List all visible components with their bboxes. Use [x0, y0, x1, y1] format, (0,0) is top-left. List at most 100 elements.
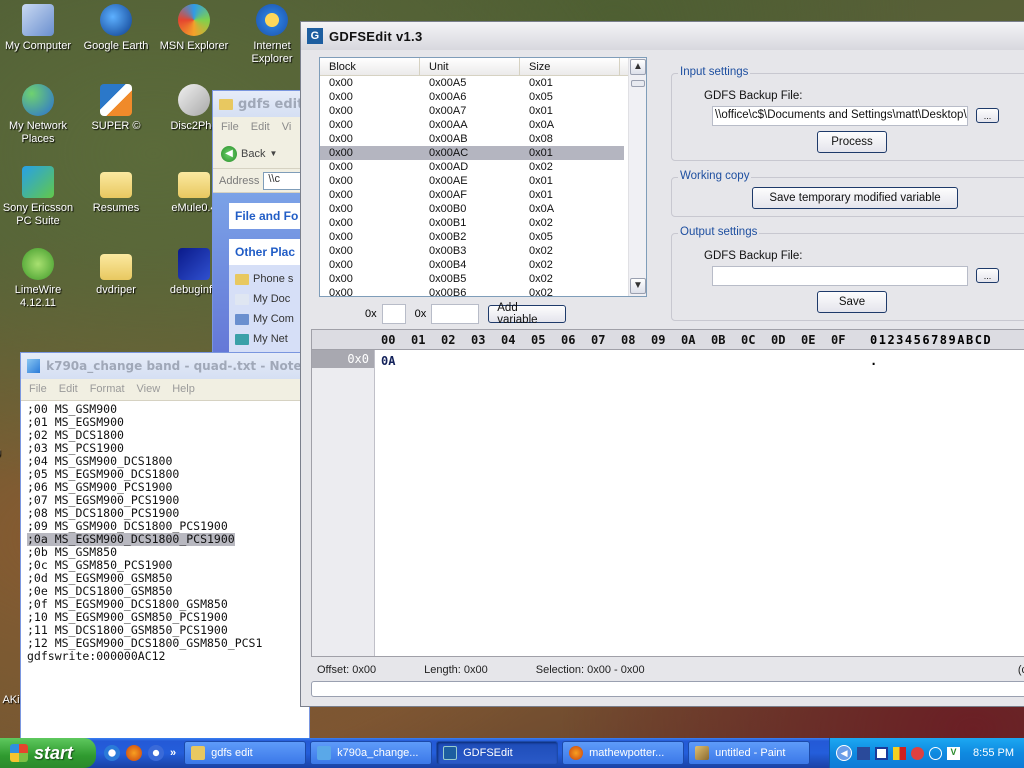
list-row[interactable]: 0x00 0x00AF 0x01 [320, 188, 624, 202]
hex-editor[interactable]: 00 01 02 03 04 05 06 07 08 09 0A 0B 0C 0D 0E 0F 0123456… [311, 329, 1024, 657]
list-row[interactable]: 0x00 0x00B0 0x0A [320, 202, 624, 216]
desktop-icon-my-computer[interactable]: My Computer [0, 4, 76, 53]
quick-launch-overflow[interactable]: » [170, 747, 176, 759]
chat-bubble-icon[interactable] [929, 746, 943, 760]
gdfsedit-title-bar[interactable]: G GDFSEdit v1.3 [301, 22, 1024, 50]
desktop-icon-network-places[interactable]: My Network Places [0, 84, 76, 146]
cell-unit: 0x00A5 [429, 77, 467, 89]
list-row[interactable]: 0x00 0x00AC 0x01 [320, 146, 624, 160]
link-my-computer[interactable]: My Com [235, 309, 301, 329]
notepad-title-bar[interactable]: k790a_change band - quad-.txt - Notepad [21, 353, 309, 379]
task-paint[interactable]: untitled - Paint [688, 741, 811, 765]
ascii-bytes[interactable]: . [870, 354, 877, 368]
menu-view[interactable]: View [137, 383, 161, 396]
menu-edit[interactable]: Edit [251, 121, 270, 135]
save-temporary-button[interactable]: Save temporary modified variable [752, 187, 958, 209]
start-button[interactable]: start [0, 738, 96, 768]
list-row[interactable]: 0x00 0x00AE 0x01 [320, 174, 624, 188]
clock[interactable]: 8:55 PM [973, 747, 1014, 759]
add-variable-button[interactable]: Add variable [488, 302, 567, 326]
output-file-field[interactable] [712, 266, 968, 286]
unit-input[interactable] [381, 304, 406, 324]
variable-list[interactable]: Block Unit Size 0x00 0x00A5 0x01 0x00 0x00A6… [319, 57, 647, 297]
size-input[interactable] [431, 304, 480, 324]
wireless-icon[interactable] [857, 746, 871, 760]
desktop-icon-resumes[interactable]: Resumes [78, 166, 154, 215]
list-row[interactable]: 0x00 0x00A7 0x01 [320, 104, 624, 118]
ie-icon[interactable] [104, 745, 120, 761]
desktop-icon-dvdriper[interactable]: dvdriper [78, 248, 154, 297]
folder-icon [178, 172, 210, 198]
list-row[interactable]: 0x00 0x00B5 0x02 [320, 272, 624, 286]
hex-bytes[interactable]: 0A [381, 354, 395, 368]
cell-size: 0x02 [529, 287, 553, 297]
column-block[interactable]: Block [320, 58, 420, 75]
menu-help[interactable]: Help [172, 383, 195, 396]
list-row[interactable]: 0x00 0x00B6 0x02 [320, 286, 624, 297]
input-file-field[interactable]: \\office\c$\Documents and Settings\matt\… [712, 106, 968, 126]
explorer-window[interactable]: gdfs edit File Edit Vi ◀ Back ▼ Address … [212, 90, 308, 363]
notepad-text-area[interactable]: ;00 MS_GSM900 ;01 MS_EGSM900 ;02 MS_DCS180… [21, 401, 309, 665]
mail-icon[interactable] [875, 746, 889, 760]
gdfsedit-window[interactable]: G GDFSEdit v1.3 Block Unit Size 0x00 0x00… [300, 21, 1024, 707]
address-bar: Address \\c [213, 169, 307, 193]
output-browse-button[interactable]: ... [976, 268, 999, 283]
list-row[interactable]: 0x00 0x00B1 0x02 [320, 216, 624, 230]
aim-icon[interactable] [911, 746, 925, 760]
list-row[interactable]: 0x00 0x00B2 0x05 [320, 230, 624, 244]
cell-block: 0x00 [329, 77, 353, 89]
menu-view[interactable]: Vi [282, 121, 292, 135]
link-phone[interactable]: Phone s [235, 269, 301, 289]
column-size[interactable]: Size [520, 58, 620, 75]
menu-file[interactable]: File [221, 121, 239, 135]
list-row[interactable]: 0x00 0x00B4 0x02 [320, 258, 624, 272]
list-row[interactable]: 0x00 0x00AA 0x0A [320, 118, 624, 132]
desktop-icon-internet-explorer[interactable]: Internet Explorer [234, 4, 310, 66]
column-unit[interactable]: Unit [420, 58, 520, 75]
firefox-icon [569, 746, 584, 760]
desktop-icon-limewire[interactable]: LimeWire 4.12.11 [0, 248, 76, 310]
desktop-icon-partial[interactable]: U [0, 448, 22, 461]
tray-expand-icon[interactable]: ◀ [836, 745, 853, 761]
pane-file-folder-tasks[interactable]: File and Fo [229, 203, 307, 229]
notepad-window[interactable]: k790a_change band - quad-.txt - Notepad … [20, 352, 310, 742]
list-row[interactable]: 0x00 0x00B3 0x02 [320, 244, 624, 258]
task-notepad[interactable]: k790a_change... [310, 741, 433, 765]
menu-format[interactable]: Format [90, 383, 125, 396]
list-row[interactable]: 0x00 0x00AB 0x08 [320, 132, 624, 146]
firefox-icon[interactable] [126, 745, 142, 761]
back-button[interactable]: Back [241, 148, 265, 160]
list-row[interactable]: 0x00 0x00A5 0x01 [320, 76, 624, 90]
scroll-up-icon[interactable]: ▲ [630, 59, 646, 75]
menu-file[interactable]: File [29, 383, 47, 396]
task-gdfs-edit[interactable]: gdfs edit [184, 741, 307, 765]
desktop-icon-super[interactable]: SUPER © [78, 84, 154, 133]
input-browse-button[interactable]: ... [976, 108, 999, 123]
task-firefox[interactable]: mathewpotter... [562, 741, 685, 765]
vc-icon[interactable]: V [947, 746, 961, 760]
cell-size: 0x02 [529, 245, 553, 257]
text-line: ;0c MS_GSM850_PCS1900 [27, 558, 173, 572]
desktop-icon-msn-explorer[interactable]: MSN Explorer [156, 4, 232, 53]
list-row[interactable]: 0x00 0x00A6 0x05 [320, 90, 624, 104]
taskbar: start » gdfs edit k790a_change... GDFSEd… [0, 738, 1024, 768]
chevron-down-icon[interactable]: ▼ [269, 149, 277, 158]
desktop-icon-sony-ericsson[interactable]: Sony Ericsson PC Suite [0, 166, 76, 228]
desktop-icon-google-earth[interactable]: Google Earth [78, 4, 154, 53]
list-row[interactable]: 0x00 0x00AD 0x02 [320, 160, 624, 174]
status-flag-icon[interactable] [893, 746, 907, 760]
scroll-thumb[interactable] [631, 80, 645, 87]
cell-size: 0x02 [529, 273, 553, 285]
process-button[interactable]: Process [817, 131, 887, 153]
scroll-down-icon[interactable]: ▼ [630, 278, 646, 294]
link-my-network[interactable]: My Net [235, 329, 301, 349]
task-gdfsedit[interactable]: GDFSEdit [436, 741, 559, 765]
pane-other-places[interactable]: Other Plac [229, 239, 307, 265]
media-player-icon[interactable] [148, 745, 164, 761]
explorer-title-bar[interactable]: gdfs edit [213, 91, 307, 117]
cell-unit: 0x00A6 [429, 91, 467, 103]
menu-edit[interactable]: Edit [59, 383, 78, 396]
link-my-documents[interactable]: My Doc [235, 289, 301, 309]
save-button[interactable]: Save [817, 291, 887, 313]
list-scrollbar[interactable]: ▲ ▼ [628, 58, 646, 296]
